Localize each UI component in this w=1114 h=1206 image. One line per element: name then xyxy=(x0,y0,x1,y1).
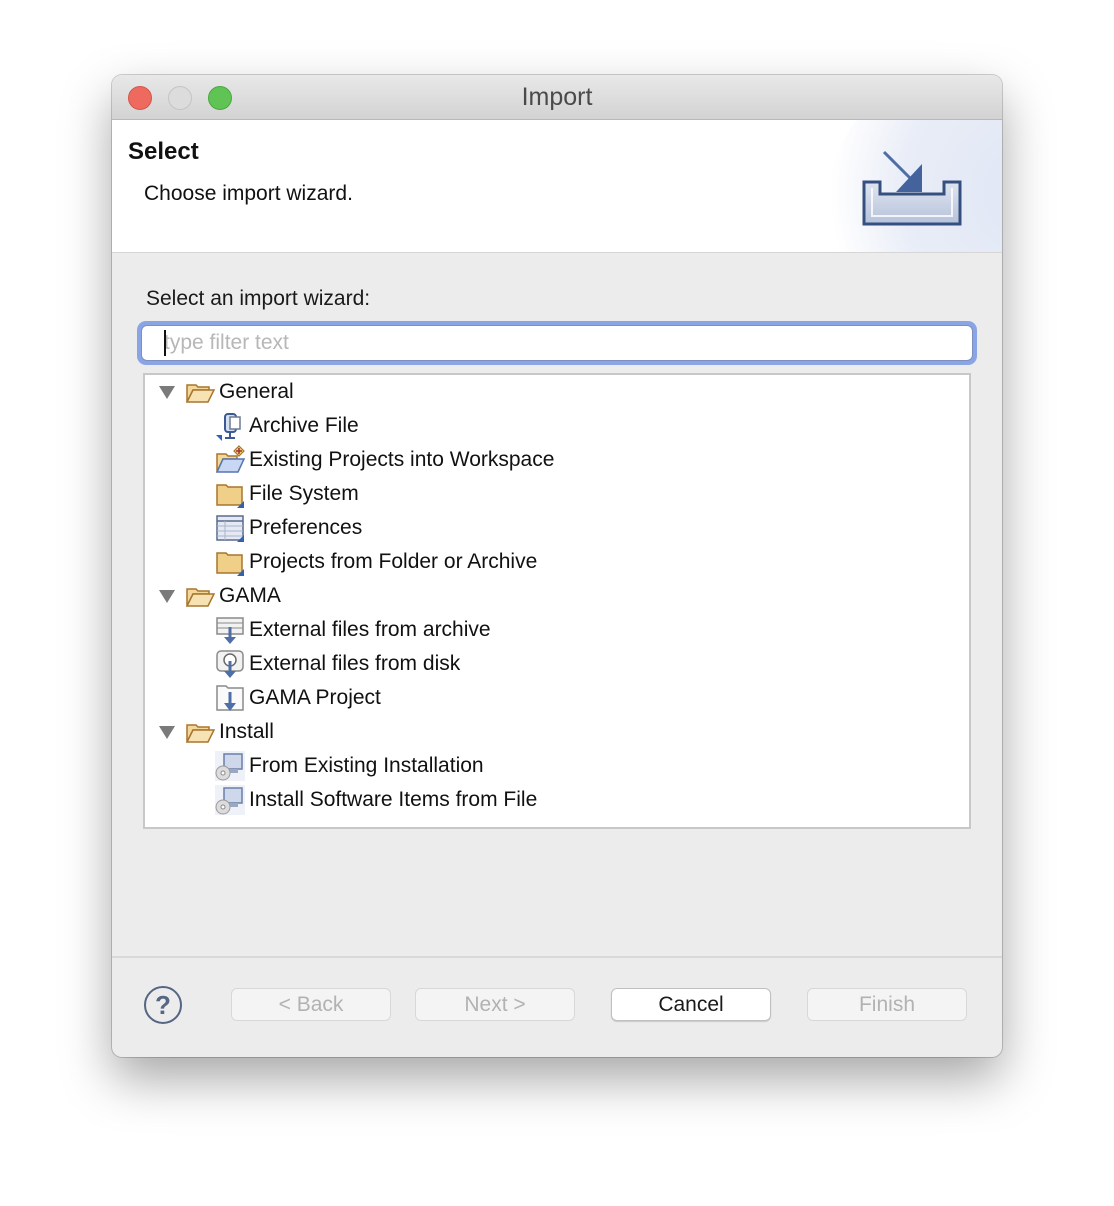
tree-item-label: External files from archive xyxy=(249,618,491,641)
tree-item-label: From Existing Installation xyxy=(249,754,484,777)
install-cd-icon xyxy=(215,785,245,815)
expand-triangle-icon[interactable] xyxy=(159,385,175,399)
tree-item-external-files-disk[interactable]: External files from disk xyxy=(215,647,460,681)
tree-item-existing-projects[interactable]: Existing Projects into Workspace xyxy=(215,443,554,477)
tree-item-file-system[interactable]: File System xyxy=(215,477,359,511)
folder-icon xyxy=(216,552,244,576)
back-button[interactable]: < Back xyxy=(231,988,391,1021)
install-cd-icon xyxy=(215,751,245,781)
tree-category-label: Install xyxy=(219,720,274,743)
tree-item-label: Existing Projects into Workspace xyxy=(249,448,555,471)
expand-triangle-icon[interactable] xyxy=(159,725,175,739)
wizard-select-label: Select an import wizard: xyxy=(146,287,371,310)
tree-item-install-software-items[interactable]: Install Software Items from File xyxy=(215,783,537,817)
folder-icon xyxy=(216,484,244,508)
tree-item-label: Archive File xyxy=(249,414,359,437)
tree-category-label: GAMA xyxy=(219,584,281,607)
wizard-tree[interactable]: General Archive File Existing Projects i… xyxy=(143,373,971,829)
window-title: Import xyxy=(521,83,593,111)
existing-projects-icon xyxy=(215,445,245,473)
tree-item-label: Preferences xyxy=(249,516,363,539)
preferences-icon xyxy=(216,515,244,542)
tree-item-label: External files from disk xyxy=(249,652,461,675)
tree-category-gama[interactable]: GAMA xyxy=(159,579,281,613)
filter-focus-ring xyxy=(137,321,977,365)
project-download-icon xyxy=(216,685,244,711)
folder-open-icon xyxy=(185,588,215,607)
tree-item-preferences[interactable]: Preferences xyxy=(215,511,362,545)
footer-divider xyxy=(112,956,1002,958)
tree-category-label: General xyxy=(219,380,294,403)
expand-triangle-icon[interactable] xyxy=(159,589,175,603)
text-caret xyxy=(164,330,166,356)
tree-item-gama-project[interactable]: GAMA Project xyxy=(215,681,381,715)
tree-item-label: File System xyxy=(249,482,359,505)
tree-item-archive-file[interactable]: Archive File xyxy=(215,409,359,443)
tree-item-external-files-archive[interactable]: External files from archive xyxy=(215,613,491,647)
tree-item-label: GAMA Project xyxy=(249,686,381,709)
title-bar[interactable]: Import xyxy=(112,75,1002,120)
wizard-banner: Select Choose import wizard. xyxy=(112,120,1002,253)
finish-button[interactable]: Finish xyxy=(807,988,967,1021)
next-button[interactable]: Next > xyxy=(415,988,575,1021)
tree-item-projects-from-folder[interactable]: Projects from Folder or Archive xyxy=(215,545,537,579)
page-description: Choose import wizard. xyxy=(144,182,353,205)
tree-category-install[interactable]: Install xyxy=(159,715,274,749)
page-title: Select xyxy=(128,138,199,165)
cancel-button[interactable]: Cancel xyxy=(611,988,771,1021)
help-icon[interactable]: ? xyxy=(144,986,182,1024)
tree-item-label: Install Software Items from File xyxy=(249,788,538,811)
tree-category-general[interactable]: General xyxy=(159,375,294,409)
disk-download-icon xyxy=(216,650,244,678)
archive-download-icon xyxy=(216,617,244,644)
tree-item-label: Projects from Folder or Archive xyxy=(249,550,538,573)
folder-open-icon xyxy=(185,724,215,743)
tree-item-from-existing-installation[interactable]: From Existing Installation xyxy=(215,749,484,783)
import-wizard-icon xyxy=(862,150,962,226)
folder-open-icon xyxy=(185,384,215,403)
filter-input[interactable] xyxy=(141,325,973,361)
archive-file-icon xyxy=(216,413,241,441)
import-dialog: Import Select Choose import wizard. Sele… xyxy=(112,75,1002,1057)
